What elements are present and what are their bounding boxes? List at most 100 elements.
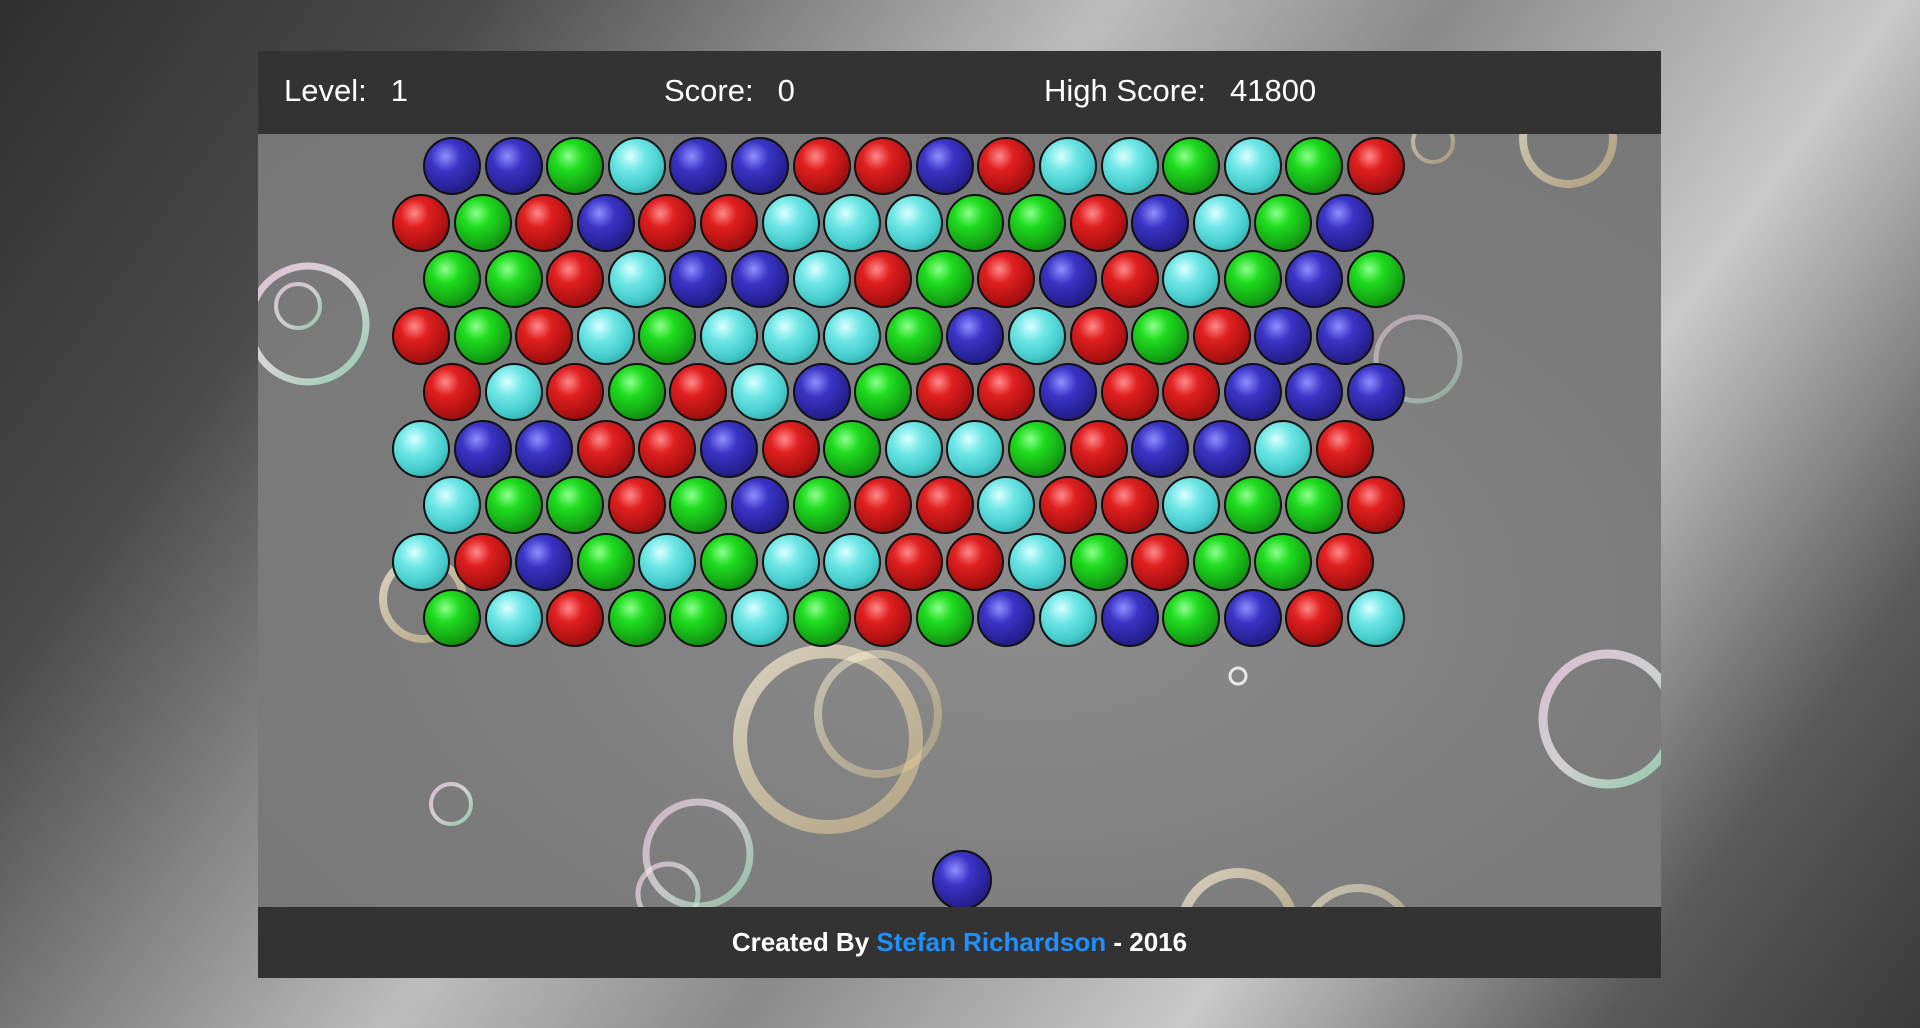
bubble-cyan	[607, 137, 666, 195]
bubble-cyan	[1008, 306, 1066, 365]
bubble-red	[977, 363, 1036, 421]
bubble-blue	[515, 419, 574, 478]
bubble-blue	[576, 193, 635, 252]
bubble-cyan	[1039, 137, 1097, 195]
bubble-cyan	[1223, 137, 1282, 195]
bubble-red	[1100, 363, 1159, 421]
bubble-red	[884, 532, 943, 591]
bubble-red	[1285, 589, 1344, 647]
bubble-red	[392, 306, 450, 365]
bubble-blue	[669, 137, 728, 195]
bubble-cyan	[1039, 589, 1097, 647]
author-link[interactable]: Stefan Richardson	[876, 927, 1106, 957]
bubble-blue	[1223, 363, 1282, 421]
score-display: Score: 0	[664, 73, 795, 109]
level-value: 1	[390, 73, 408, 108]
bubble-red	[915, 363, 974, 421]
bubble-blue	[423, 137, 481, 195]
bubble-cyan	[638, 532, 697, 591]
bubble-red	[915, 476, 974, 534]
bubble-blue	[792, 363, 851, 421]
bubble-red	[1100, 250, 1159, 308]
bubble-blue	[1347, 363, 1405, 421]
bubble-red	[854, 589, 913, 647]
bubble-blue	[1223, 589, 1282, 647]
bubble-cyan	[1162, 250, 1221, 308]
bubble-cyan	[1192, 193, 1251, 252]
bubble-green	[607, 589, 666, 647]
footer-prefix: Created By	[731, 927, 870, 957]
footer-credits: Created By Stefan Richardson - 2016	[258, 907, 1661, 978]
bubble-blue	[1192, 419, 1251, 478]
bubble-red	[1192, 306, 1251, 365]
bubble-cyan	[1254, 419, 1313, 478]
bubble-blue	[731, 137, 789, 195]
bubble-green	[453, 306, 512, 365]
bubble-red	[854, 476, 913, 534]
bubble-red	[515, 306, 574, 365]
bubble-green	[1285, 137, 1344, 195]
bubble-cyan	[761, 193, 820, 252]
bubble-red	[854, 250, 913, 308]
game-board[interactable]: 70	[258, 134, 1661, 907]
bubble-red	[638, 419, 697, 478]
bubble-blue	[515, 532, 574, 591]
shooter-bubble[interactable]	[932, 850, 992, 907]
bubble-green	[1162, 137, 1221, 195]
bubble-cyan	[392, 532, 450, 591]
bubble-red	[546, 589, 605, 647]
bubble-blue	[700, 419, 758, 478]
bubble-blue	[1254, 306, 1313, 365]
bubble-red	[1069, 306, 1128, 365]
bubble-cyan	[1008, 532, 1066, 591]
bubble-red	[1039, 476, 1097, 534]
bubble-blue	[1039, 250, 1097, 308]
bubble-green	[423, 250, 481, 308]
bubble-red	[977, 250, 1036, 308]
bubble-green	[669, 476, 728, 534]
bubble-cyan	[792, 250, 851, 308]
bubble-green	[669, 589, 728, 647]
bubble-green	[854, 363, 913, 421]
bubble-red	[392, 193, 450, 252]
bubble-blue	[1285, 250, 1344, 308]
bubble-blue	[1316, 193, 1374, 252]
level-label: Level:	[284, 73, 367, 108]
bubble-cyan	[731, 589, 789, 647]
bubble-green	[1192, 532, 1251, 591]
bubble-green	[453, 193, 512, 252]
bubble-cyan	[1347, 589, 1405, 647]
bubble-red	[669, 363, 728, 421]
bubble-blue	[1131, 419, 1190, 478]
level-display: Level: 1	[284, 73, 408, 109]
bubble-green	[823, 419, 882, 478]
bubble-red	[854, 137, 913, 195]
bubble-green	[1008, 419, 1066, 478]
bubble-red	[638, 193, 697, 252]
bubble-red	[576, 419, 635, 478]
bubble-green	[884, 306, 943, 365]
bubble-green	[1162, 589, 1221, 647]
score-value: 0	[777, 73, 795, 108]
bubble-red	[546, 250, 605, 308]
bubble-red	[1347, 137, 1405, 195]
bubble-green	[1347, 250, 1405, 308]
bubble-blue	[731, 250, 789, 308]
bubble-cyan	[946, 419, 1005, 478]
bubble-green	[607, 363, 666, 421]
bubble-red	[1316, 419, 1374, 478]
bubble-green	[484, 476, 543, 534]
bubble-green	[638, 306, 697, 365]
bubble-red	[546, 363, 605, 421]
bubble-green	[1285, 476, 1344, 534]
high-score-display: High Score: 41800	[1044, 73, 1316, 109]
bubble-blue	[977, 589, 1036, 647]
bubble-blue	[1039, 363, 1097, 421]
bubble-red	[700, 193, 758, 252]
bubble-blue	[484, 137, 543, 195]
bubble-blue	[453, 419, 512, 478]
bubble-green	[1223, 476, 1282, 534]
bubble-red	[946, 532, 1005, 591]
score-label: Score:	[664, 73, 754, 108]
bubble-red	[515, 193, 574, 252]
